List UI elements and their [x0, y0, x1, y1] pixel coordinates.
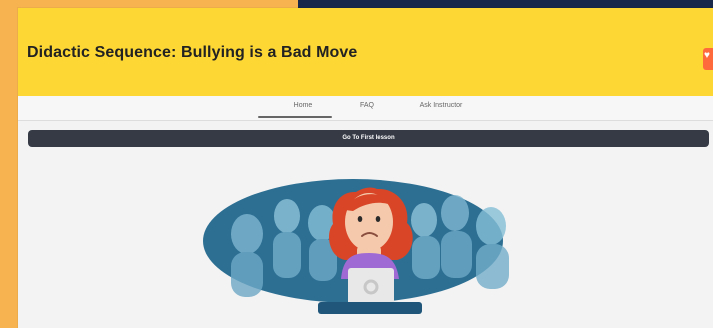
heart-button[interactable]: ♥	[703, 48, 713, 70]
app-screen: Didactic Sequence: Bullying is a Bad Mov…	[0, 0, 713, 328]
course-nav: Home FAQ Ask Instructor	[18, 96, 713, 121]
top-dark-bar	[298, 0, 713, 8]
course-title: Didactic Sequence: Bullying is a Bad Mov…	[27, 44, 358, 61]
tab-ask-instructor[interactable]: Ask Instructor	[418, 102, 464, 110]
heart-icon: ♥	[704, 50, 710, 61]
course-illustration	[203, 179, 509, 314]
course-page: Didactic Sequence: Bullying is a Bad Mov…	[18, 8, 713, 328]
left-outer-background	[0, 0, 18, 328]
course-header: Didactic Sequence: Bullying is a Bad Mov…	[18, 8, 713, 96]
active-tab-indicator	[258, 116, 332, 118]
tab-faq[interactable]: FAQ	[355, 102, 379, 110]
tab-home[interactable]: Home	[275, 102, 331, 110]
go-to-first-lesson-button[interactable]: Go To First lesson	[28, 130, 709, 147]
